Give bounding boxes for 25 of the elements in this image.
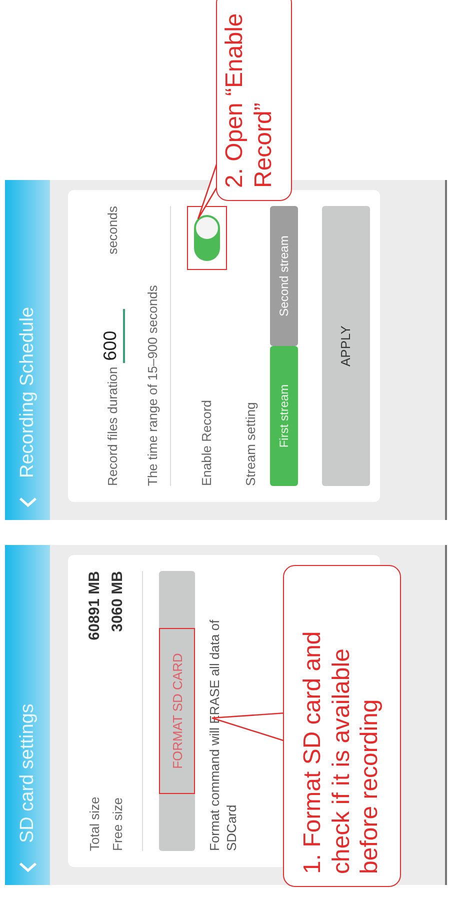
stream-option[interactable]: Second stream	[270, 206, 298, 346]
field-label: Record files duration	[105, 366, 120, 486]
apply-button[interactable]: APPLY	[322, 206, 370, 486]
stream-option[interactable]: First stream	[270, 346, 298, 486]
unit-label: seconds	[105, 206, 120, 254]
back-icon[interactable]	[18, 496, 38, 508]
field-label: Enable Record	[199, 400, 214, 486]
screen-title: Recording Schedule	[16, 306, 38, 478]
field-label: Free size	[110, 798, 125, 851]
hint-text: The time range of 15–900 seconds	[145, 284, 160, 486]
callout-text: 2. Open “Enable	[221, 12, 249, 188]
format-button[interactable]: FORMAT SD CARD	[159, 571, 195, 851]
field-label: Stream setting	[242, 402, 258, 486]
callout-text: Record”	[250, 102, 278, 188]
warning-text: Format command will ERASE all data of SDCard	[207, 618, 240, 851]
field-value: 60891 MB	[86, 571, 103, 640]
field-label: Total size	[87, 796, 102, 851]
screen-title: SD card settings	[16, 704, 38, 843]
field-value: 3060 MB	[109, 571, 126, 632]
back-icon[interactable]	[18, 861, 38, 873]
callout-text: 1. Format SD card and	[298, 630, 327, 874]
toggle-switch[interactable]	[194, 215, 220, 261]
callout-text: before recording	[356, 698, 384, 874]
duration-input[interactable]: 600	[100, 308, 125, 363]
callout-text: check if it is available	[328, 648, 356, 874]
